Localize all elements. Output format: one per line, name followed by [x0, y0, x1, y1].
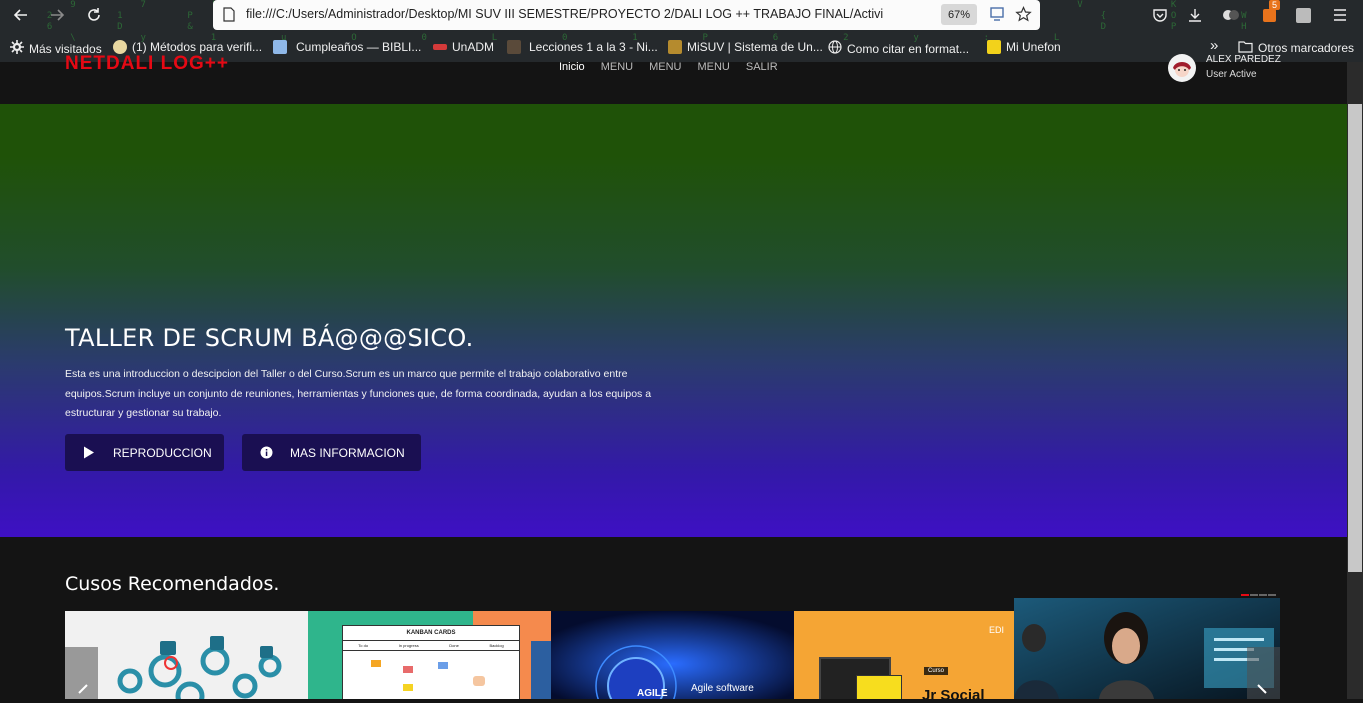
site-icon: [273, 40, 287, 54]
hero-banner: TALLER DE SCRUM BÁ@@@SICO. Esta es una i…: [0, 104, 1347, 537]
menu-item-salir[interactable]: SALIR: [746, 61, 778, 73]
site-icon: [113, 40, 127, 54]
bookmark-item[interactable]: Lecciones 1 a la 3 - Ni...: [507, 40, 658, 54]
bookmark-item[interactable]: (1) Métodos para verifi...: [113, 40, 262, 54]
section-title: Cusos Recomendados.: [65, 573, 280, 595]
page-icon: [223, 7, 235, 26]
site-logo[interactable]: NETDALI LOG++: [65, 54, 229, 74]
course-card-gears[interactable]: [65, 611, 308, 699]
extension-icon[interactable]: 5: [1257, 0, 1281, 27]
site-icon: [668, 40, 682, 54]
menu-item-inicio[interactable]: Inicio: [559, 61, 585, 73]
carousel-indicator[interactable]: [1268, 594, 1276, 596]
play-icon: [65, 446, 113, 459]
carousel-indicator[interactable]: [1250, 594, 1258, 596]
carousel-prev-button[interactable]: [65, 647, 98, 699]
address-bar[interactable]: file:///C:/Users/Administrador/Desktop/M…: [213, 0, 1040, 30]
bookmark-item[interactable]: Cumpleaños — BIBLI...: [273, 40, 421, 54]
site-icon: [507, 40, 521, 54]
carousel-next-button[interactable]: [1247, 647, 1280, 699]
play-button[interactable]: REPRODUCCION: [65, 434, 224, 471]
zoom-indicator[interactable]: 67%: [941, 4, 977, 25]
course-card-developer[interactable]: [1014, 598, 1280, 699]
carousel-indicator-active[interactable]: [1241, 594, 1249, 596]
forward-icon[interactable]: [45, 3, 69, 27]
reload-icon[interactable]: [82, 3, 106, 27]
more-info-button[interactable]: MAS INFORMACION: [242, 434, 421, 471]
carousel-indicator[interactable]: [1259, 594, 1267, 596]
menu-item-menu-2[interactable]: MENU: [649, 61, 681, 73]
menu-item-menu-1[interactable]: MENU: [601, 61, 633, 73]
pocket-icon[interactable]: [1148, 3, 1172, 27]
hero-title: TALLER DE SCRUM BÁ@@@SICO.: [65, 324, 474, 352]
bookmark-item[interactable]: Mi Unefon: [987, 40, 1061, 54]
container-icon[interactable]: [1291, 3, 1315, 27]
menu-icon[interactable]: [1328, 3, 1352, 27]
bookmark-item[interactable]: MiSUV | Sistema de Un...: [668, 40, 823, 54]
course-card-agile[interactable]: AGILE Agile software: [551, 611, 794, 699]
download-icon[interactable]: [1183, 3, 1207, 27]
profile-extension-icon[interactable]: [1219, 3, 1243, 27]
scrollbar-thumb[interactable]: [1348, 104, 1362, 572]
hero-description: Esta es una introduccion o descipcion de…: [65, 368, 652, 419]
user-name: ALEX PAREDEZ: [1206, 54, 1281, 62]
main-menu: Inicio MENU MENU MENU SALIR: [559, 61, 778, 73]
bookmarks-overflow-button[interactable]: »: [1210, 37, 1218, 54]
site-header: NETDALI LOG++ Inicio MENU MENU MENU SALI…: [0, 54, 1347, 104]
reader-view-icon[interactable]: [989, 6, 1005, 26]
gear-icon: [10, 40, 24, 57]
bookmark-item[interactable]: UnADM: [433, 40, 494, 54]
user-status: User Active: [1206, 69, 1257, 80]
info-icon: [242, 446, 290, 459]
url-text[interactable]: file:///C:/Users/Administrador/Desktop/M…: [246, 7, 936, 21]
extension-badge: 5: [1269, 0, 1281, 10]
site-icon: [987, 40, 1001, 54]
user-avatar[interactable]: [1168, 54, 1196, 82]
menu-item-menu-3[interactable]: MENU: [697, 61, 729, 73]
browser-chrome: 9 7 ! P 2 L ; 9 { - 5 } 7 0 V K 2 1 P E …: [0, 0, 1363, 62]
globe-icon: [828, 40, 842, 57]
bookmark-item[interactable]: Como citar en format...: [828, 40, 969, 57]
course-card-edi[interactable]: EDI Curso Jr Social: [794, 611, 1014, 699]
bookmark-star-icon[interactable]: [1015, 6, 1032, 27]
back-icon[interactable]: [9, 3, 33, 27]
site-icon: [433, 44, 447, 50]
course-card-kanban[interactable]: KANBAN CARDS To do In progress Done Backlog: [308, 611, 551, 699]
